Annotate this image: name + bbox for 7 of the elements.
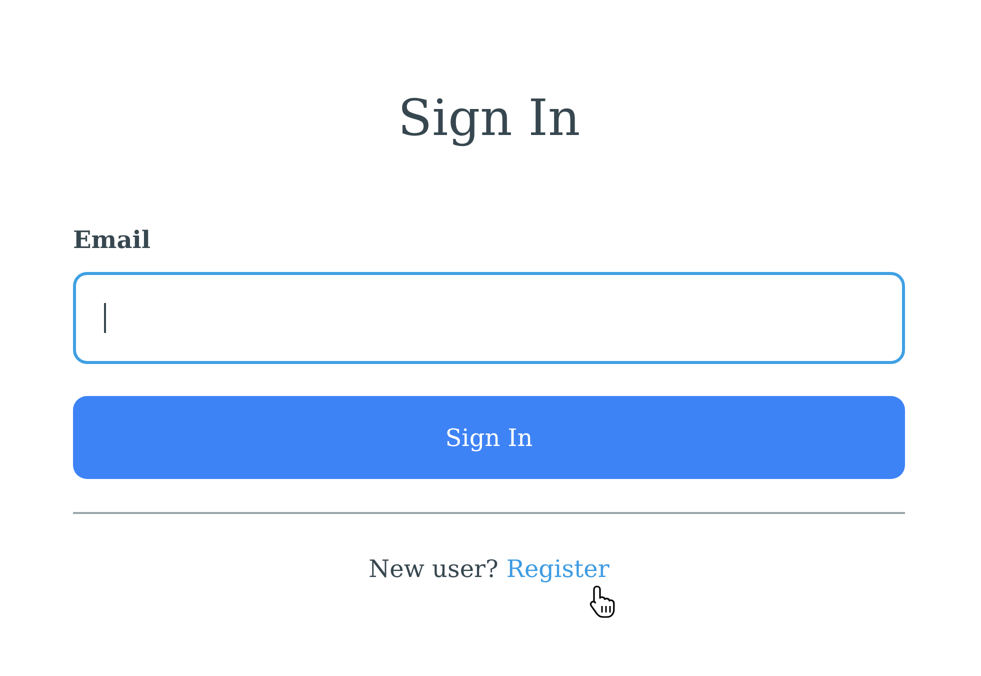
email-field[interactable] xyxy=(73,272,905,364)
text-cursor-icon xyxy=(104,303,106,333)
field-label: Email xyxy=(73,225,150,255)
footer-prompt: New user? xyxy=(368,554,498,584)
page-title: Sign In xyxy=(398,88,580,148)
sign-in-button[interactable]: Sign In xyxy=(73,396,905,479)
register-link[interactable]: Register xyxy=(506,554,610,584)
